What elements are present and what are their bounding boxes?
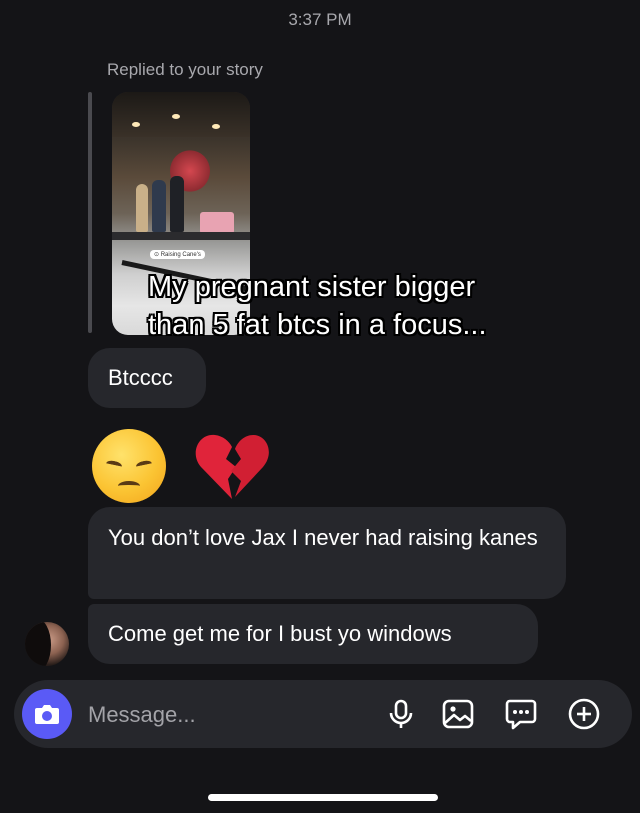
story-reply-bar (88, 92, 92, 333)
message-input[interactable] (88, 700, 368, 730)
thumb-person (152, 180, 166, 232)
plus-icon[interactable] (567, 697, 601, 731)
thumb-floor-edge (112, 232, 250, 240)
message-composer (14, 680, 632, 748)
message-bubble[interactable]: You don’t love Jax I never had raising k… (88, 507, 566, 599)
microphone-icon[interactable] (384, 697, 418, 731)
thumb-person (136, 184, 148, 232)
location-tag-text: Raising Cane's (160, 252, 201, 258)
thumb-ceiling (112, 92, 250, 137)
home-indicator[interactable] (208, 794, 438, 801)
story-caption-line: than 5 fat btcs in a focus... (148, 309, 487, 341)
location-tag: ⊙ Raising Cane's (150, 250, 205, 259)
thumb-light (172, 114, 180, 119)
story-caption-line: My pregnant sister bigger (148, 271, 476, 303)
camera-icon (35, 705, 59, 724)
avatar[interactable] (25, 622, 69, 666)
thumb-light (212, 124, 220, 129)
message-bubble[interactable]: Btcccc (88, 348, 206, 408)
story-caption: My pregnant sister bigger than 5 fat btc… (148, 268, 568, 344)
camera-button[interactable] (22, 689, 72, 739)
thumb-counter-display (200, 212, 234, 234)
message-bubble[interactable]: Come get me for I bust yo windows (88, 604, 538, 664)
thumb-light (132, 122, 140, 127)
message-timestamp: 3:37 PM (288, 10, 352, 29)
sticker-icon[interactable] (504, 697, 538, 731)
story-reply-label: Replied to your story (107, 60, 263, 79)
disappointed-face-emoji (90, 425, 168, 503)
thumb-person (170, 176, 184, 232)
broken-heart-emoji (193, 425, 271, 503)
location-pin-icon: ⊙ (154, 252, 161, 258)
photo-icon[interactable] (441, 697, 475, 731)
